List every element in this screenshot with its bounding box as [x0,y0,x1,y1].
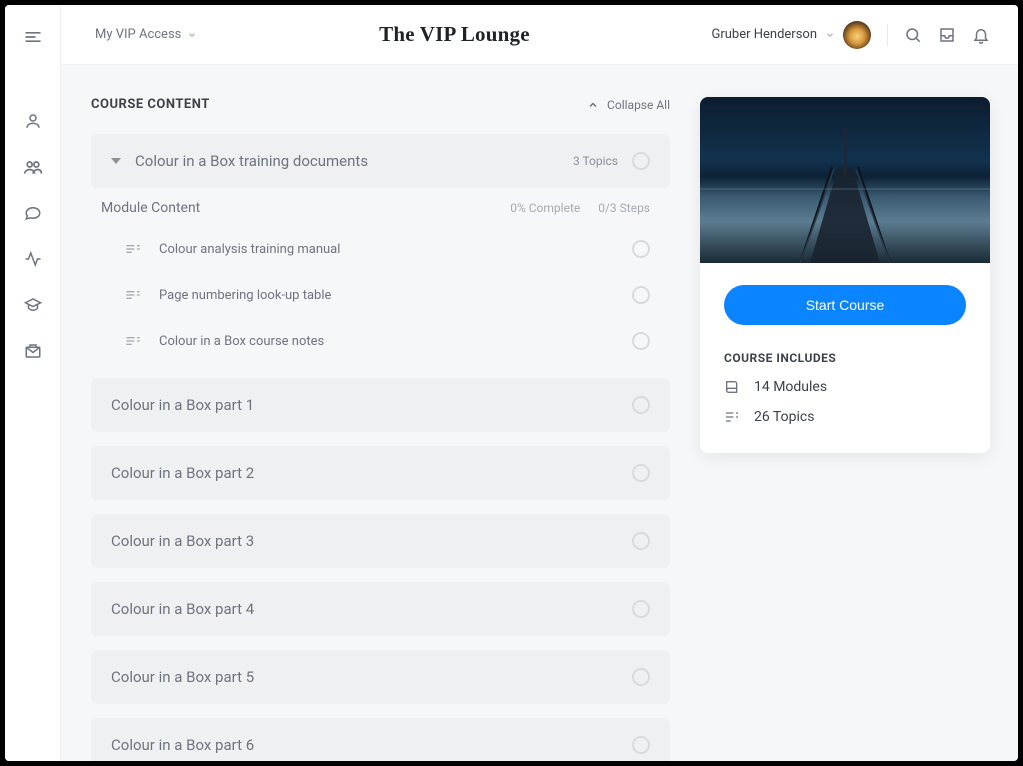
bell-icon[interactable] [972,26,990,44]
module-expanded: Colour in a Box training documents 3 Top… [91,134,670,364]
top-header: My VIP Access The VIP Lounge Gruber Hend… [61,5,1018,65]
caret-down-icon [111,158,121,164]
module-title: Colour in a Box part 6 [111,736,632,754]
topic-label: Colour analysis training manual [159,242,632,257]
chevron-down-icon [187,30,197,40]
progress-ring [632,668,650,686]
main-column: COURSE CONTENT Collapse All Colour in a … [91,97,670,761]
module-title: Colour in a Box part 5 [111,668,632,686]
includes-label: 14 Modules [754,379,827,395]
progress-ring [632,152,650,170]
section-title: COURSE CONTENT [91,97,210,112]
left-rail [5,5,61,761]
site-title: The VIP Lounge [197,22,711,47]
user-icon[interactable] [23,111,43,131]
book-icon [724,379,740,395]
progress-ring [632,600,650,618]
module-meta: 3 Topics [573,154,618,168]
access-dropdown[interactable]: My VIP Access [95,27,197,42]
activity-icon[interactable] [23,249,43,269]
topic-label: Page numbering look-up table [159,288,632,303]
collapse-all-label: Collapse All [607,98,670,112]
chevron-up-icon [587,99,599,111]
progress-label: 0% Complete [510,201,580,215]
module-children: Module Content 0% Complete 0/3 Steps Col… [91,188,670,364]
search-icon[interactable] [904,26,922,44]
includes-row: 14 Modules [724,379,966,395]
users-icon[interactable] [23,157,43,177]
mail-icon[interactable] [23,341,43,361]
steps-label: 0/3 Steps [598,201,650,215]
progress-ring [632,332,650,350]
avatar [843,21,871,49]
module-list: Colour in a Box training documents 3 Top… [91,134,670,761]
module-row[interactable]: Colour in a Box part 1 [91,378,670,432]
course-card: Start Course COURSE INCLUDES 14 Modules … [700,97,990,453]
module-row[interactable]: Colour in a Box part 4 [91,582,670,636]
progress-ring [632,396,650,414]
module-title: Colour in a Box training documents [135,152,573,170]
module-title: Colour in a Box part 3 [111,532,632,550]
chevron-down-icon [825,30,835,40]
module-title: Colour in a Box part 2 [111,464,632,482]
module-row[interactable]: Colour in a Box part 5 [91,650,670,704]
divider [887,24,888,46]
progress-ring [632,286,650,304]
topic-row[interactable]: Colour analysis training manual [95,226,666,272]
module-row[interactable]: Colour in a Box part 6 [91,718,670,761]
list-icon [724,409,740,425]
progress-ring [632,532,650,550]
topic-icon [125,289,141,301]
course-hero-image [700,97,990,263]
module-content-title: Module Content [101,200,200,216]
course-includes-title: COURSE INCLUDES [724,351,966,365]
module-row[interactable]: Colour in a Box training documents 3 Top… [91,134,670,188]
topic-icon [125,335,141,347]
pier-illustration [700,97,990,263]
side-column: Start Course COURSE INCLUDES 14 Modules … [700,97,990,761]
includes-label: 26 Topics [754,409,814,425]
includes-row: 26 Topics [724,409,966,425]
progress-ring [632,240,650,258]
inbox-icon[interactable] [938,26,956,44]
user-name: Gruber Henderson [711,27,817,42]
progress-ring [632,464,650,482]
collapse-all-button[interactable]: Collapse All [587,98,670,112]
module-title: Colour in a Box part 4 [111,600,632,618]
menu-icon[interactable] [23,27,43,47]
start-course-button[interactable]: Start Course [724,285,966,325]
topic-label: Colour in a Box course notes [159,334,632,349]
chat-icon[interactable] [23,203,43,223]
progress-ring [632,736,650,754]
user-menu[interactable]: Gruber Henderson [711,21,871,49]
topic-row[interactable]: Page numbering look-up table [95,272,666,318]
module-row[interactable]: Colour in a Box part 2 [91,446,670,500]
module-title: Colour in a Box part 1 [111,396,632,414]
module-row[interactable]: Colour in a Box part 3 [91,514,670,568]
access-label: My VIP Access [95,27,181,42]
topic-row[interactable]: Colour in a Box course notes [95,318,666,364]
topic-icon [125,243,141,255]
graduation-icon[interactable] [23,295,43,315]
